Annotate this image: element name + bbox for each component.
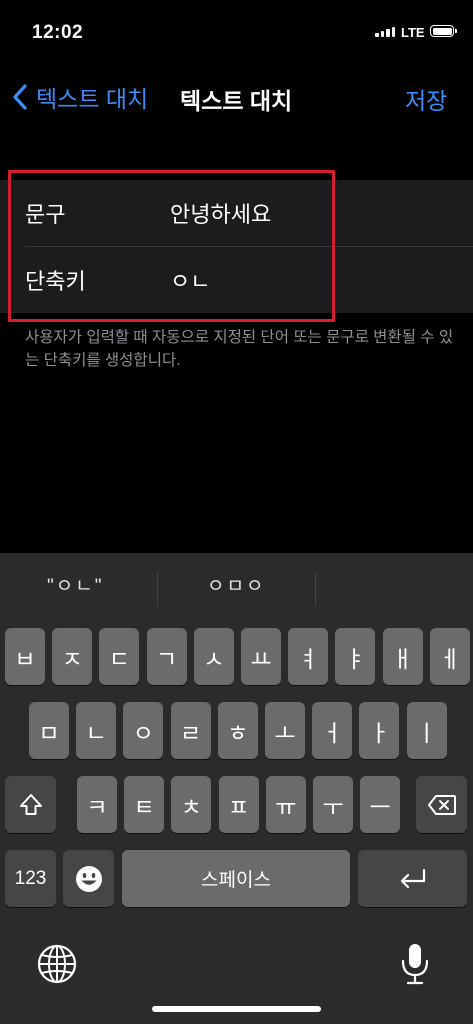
highlight-box <box>8 170 335 322</box>
back-label: 텍스트 대치 <box>36 86 149 112</box>
suggestion-divider <box>315 573 316 606</box>
shift-key[interactable] <box>5 776 56 833</box>
key-ㅏ[interactable]: ㅏ <box>359 702 400 759</box>
key-ㅌ[interactable]: ㅌ <box>124 776 165 833</box>
key-ㅑ[interactable]: ㅑ <box>335 628 376 685</box>
numbers-key[interactable]: 123 <box>5 850 56 907</box>
key-ㅛ[interactable]: ㅛ <box>241 628 281 685</box>
key-ㅔ[interactable]: ㅔ <box>429 628 470 685</box>
return-key[interactable] <box>358 850 467 907</box>
emoji-key[interactable] <box>63 850 114 907</box>
key-ㄱ[interactable]: ㄱ <box>146 628 187 685</box>
return-icon <box>400 868 425 888</box>
key-ㄹ[interactable]: ㄹ <box>170 702 211 759</box>
signal-icon <box>375 27 395 37</box>
key-ㅅ[interactable]: ㅅ <box>193 628 234 685</box>
key-ㅓ[interactable]: ㅓ <box>312 702 353 759</box>
key-ㅣ[interactable]: ㅣ <box>406 702 447 759</box>
key-ㅠ[interactable]: ㅠ <box>265 776 306 833</box>
delete-key[interactable] <box>416 776 467 833</box>
key-ㄴ[interactable]: ㄴ <box>76 702 117 759</box>
key-ㅡ[interactable]: ㅡ <box>360 776 401 833</box>
key-ㅐ[interactable]: ㅐ <box>382 628 423 685</box>
space-key[interactable]: 스페이스 <box>122 850 350 907</box>
key-ㅂ[interactable]: ㅂ <box>5 628 45 685</box>
key-ㅕ[interactable]: ㅕ <box>288 628 329 685</box>
key-ㅈ[interactable]: ㅈ <box>52 628 93 685</box>
key-ㅗ[interactable]: ㅗ <box>265 702 305 759</box>
battery-icon <box>430 25 457 37</box>
network-type: LTE <box>401 25 425 40</box>
key-ㅋ[interactable]: ㅋ <box>77 776 117 833</box>
globe-icon <box>37 944 77 984</box>
suggestion-divider <box>157 573 158 606</box>
suggestion-2[interactable]: ㅇㅁㅇ <box>207 571 265 598</box>
status-time: 12:02 <box>32 22 84 43</box>
delete-icon <box>427 794 456 815</box>
key-ㅜ[interactable]: ㅜ <box>313 776 353 833</box>
suggestion-1[interactable]: "ㅇㄴ" <box>47 571 103 598</box>
key-ㅊ[interactable]: ㅊ <box>171 776 212 833</box>
key-ㄷ[interactable]: ㄷ <box>99 628 140 685</box>
save-button[interactable]: 저장 <box>405 82 447 116</box>
chevron-left-icon <box>13 84 27 110</box>
key-ㅁ[interactable]: ㅁ <box>29 702 69 759</box>
shift-icon <box>19 793 42 815</box>
home-indicator[interactable] <box>152 1006 321 1012</box>
key-ㅇ[interactable]: ㅇ <box>123 702 164 759</box>
page-title: 텍스트 대치 <box>180 88 293 114</box>
footnote-text: 사용자가 입력할 때 자동으로 지정된 단어 또는 문구로 변환될 수 있는 단… <box>25 329 454 369</box>
microphone-icon <box>401 944 429 985</box>
key-ㅎ[interactable]: ㅎ <box>217 702 258 759</box>
dictation-button[interactable] <box>399 941 431 992</box>
key-ㅍ[interactable]: ㅍ <box>218 776 259 833</box>
keyboard: "ㅇㄴ" ㅇㅁㅇ ㅂㅈㄷㄱㅅㅛㅕㅑㅐㅔㅁㄴㅇㄹㅎㅗㅓㅏㅣㅋㅌㅊㅍㅠㅜㅡ 123 … <box>0 553 473 1024</box>
back-button[interactable]: 텍스트 대치 <box>12 80 148 114</box>
emoji-icon <box>75 865 102 892</box>
globe-button[interactable] <box>36 943 78 990</box>
